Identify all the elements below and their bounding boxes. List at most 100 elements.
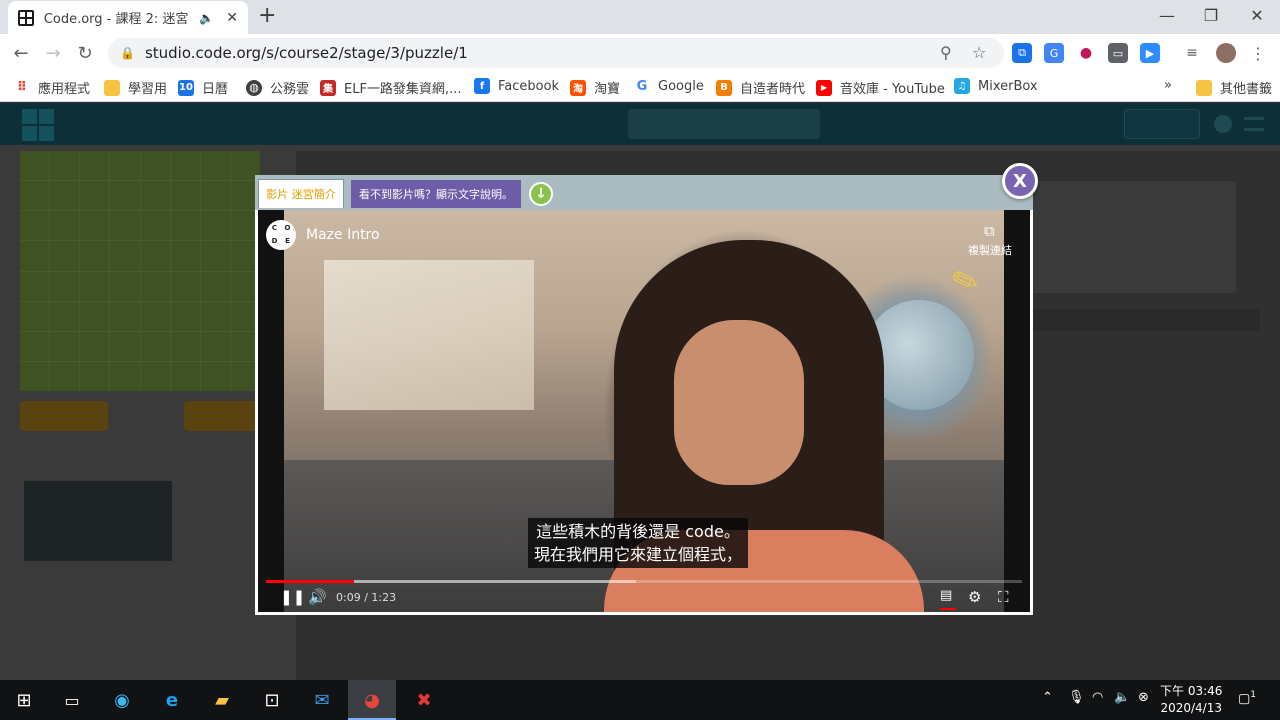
bookmark-elf[interactable]: 集 ELF一路發集資網,... xyxy=(320,78,461,97)
other-bookmarks[interactable]: 其他書籤 xyxy=(1196,78,1272,97)
download-icon[interactable]: ↓ xyxy=(529,182,553,206)
xmind-icon[interactable]: ✖ xyxy=(400,680,448,720)
tab-show-text[interactable]: 看不到影片嗎？顯示文字說明。 xyxy=(351,180,521,208)
bookmark-gov-cloud[interactable]: ◍ 公務雲 xyxy=(246,78,309,97)
maze-tile xyxy=(140,271,170,301)
zoom-icon[interactable]: ⚲ xyxy=(940,43,952,62)
bookmark-youtube[interactable]: ▶ 音效庫 - YouTube xyxy=(816,78,945,97)
maze-tile xyxy=(200,151,230,181)
system-clock[interactable]: 下午 03:46 2020/4/13 xyxy=(1160,683,1222,717)
bookmark-facebook[interactable]: f Facebook xyxy=(474,78,559,94)
volume-tray-icon[interactable]: 🔈 xyxy=(1114,690,1130,705)
maze-tile xyxy=(80,151,110,181)
media-control-icon[interactable]: ≡ xyxy=(1182,43,1202,63)
network-error-icon[interactable]: ⊗ xyxy=(1138,690,1149,705)
file-explorer-icon[interactable]: ▰ xyxy=(198,680,246,720)
help-icon[interactable] xyxy=(1214,115,1232,133)
codeorg-favicon-icon xyxy=(18,9,34,26)
restore-button[interactable]: ❐ xyxy=(1188,0,1234,30)
video-title[interactable]: Maze Intro xyxy=(306,227,380,243)
chrome-menu-icon[interactable]: ⋮ xyxy=(1248,43,1268,63)
windows-start-icon[interactable]: ⊞ xyxy=(0,680,48,720)
mixerbox-icon: ♫ xyxy=(954,78,970,94)
bookmark-folder-study[interactable]: 學習用 xyxy=(104,78,167,97)
bookmark-apps[interactable]: ⠿ 應用程式 xyxy=(14,78,90,97)
lock-icon[interactable]: 🔒 xyxy=(120,46,135,60)
maze-tile xyxy=(170,331,200,361)
mail-icon[interactable]: ✉ xyxy=(298,680,346,720)
tray-overflow-icon[interactable]: ⌃ xyxy=(1042,690,1053,705)
copy-link-icon[interactable]: ⧉ xyxy=(984,222,995,240)
forward-icon[interactable]: → xyxy=(40,40,66,66)
bookmarks-overflow-icon[interactable]: » xyxy=(1164,78,1172,93)
maze-tile xyxy=(50,301,80,331)
maze-board xyxy=(20,151,260,391)
elf-icon: 集 xyxy=(320,79,336,96)
bookmark-mixerbox[interactable]: ♫ MixerBox xyxy=(954,78,1038,94)
extension-screen-icon[interactable]: ⧉ xyxy=(1012,43,1032,63)
maze-tile xyxy=(80,241,110,271)
code-logo-icon[interactable]: C O D E xyxy=(266,220,296,250)
profile-avatar[interactable] xyxy=(1216,43,1236,63)
maze-tile xyxy=(200,331,230,361)
copy-link-label[interactable]: 複製連結 xyxy=(968,242,1012,258)
pause-icon[interactable]: ❚❚ xyxy=(280,588,305,606)
edge-icon[interactable]: ◉ xyxy=(98,680,146,720)
volume-icon[interactable]: 🔊 xyxy=(308,588,327,606)
zoom-meeting-icon[interactable]: ▶ xyxy=(1140,43,1160,63)
ie-icon[interactable]: e xyxy=(148,680,196,720)
maze-tile xyxy=(20,211,50,241)
google-translate-icon[interactable]: G xyxy=(1044,43,1064,63)
maze-tile xyxy=(170,301,200,331)
modal-close-button[interactable]: X xyxy=(1002,163,1038,199)
settings-gear-icon[interactable]: ⚙ xyxy=(968,588,981,606)
chrome-icon[interactable]: ◕ xyxy=(348,680,396,720)
reload-icon[interactable]: ↻ xyxy=(72,40,98,66)
minimize-button[interactable]: — xyxy=(1144,0,1190,30)
browser-tab[interactable]: Code.org - 課程 2: 迷宮 - 序 🔈 ✕ xyxy=(8,1,248,34)
store-icon[interactable]: ⊡ xyxy=(248,680,296,720)
wifi-icon[interactable]: ◠ xyxy=(1092,690,1103,705)
maze-tile xyxy=(140,331,170,361)
video-caption: 這些積木的背後還是 code。 現在我們用它來建立個程式， xyxy=(528,518,749,568)
step-button[interactable] xyxy=(184,401,260,431)
notification-icon[interactable]: ▢1 xyxy=(1238,690,1256,706)
extension-chat-icon[interactable]: ▭ xyxy=(1108,43,1128,63)
star-icon[interactable]: ☆ xyxy=(972,43,986,62)
new-tab-button[interactable]: + xyxy=(258,4,276,28)
maze-tile xyxy=(80,271,110,301)
video-player[interactable]: C O D E Maze Intro ⧉ 複製連結 ✎ 這些積木的背後還是 co… xyxy=(258,210,1030,612)
workspace-toolbar xyxy=(1030,309,1260,331)
window-close-button[interactable]: ✕ xyxy=(1234,0,1280,30)
extension-dot-icon[interactable]: ● xyxy=(1076,43,1096,63)
subtitles-icon[interactable]: ▤ xyxy=(940,588,952,603)
maze-tile xyxy=(80,181,110,211)
codeorg-logo-icon[interactable] xyxy=(22,109,54,141)
speaker-icon[interactable]: 🔈 xyxy=(199,11,214,25)
hamburger-menu-icon[interactable] xyxy=(1244,117,1264,131)
back-icon[interactable]: ← xyxy=(8,40,34,66)
address-bar[interactable]: 🔒 studio.code.org/s/course2/stage/3/puzz… xyxy=(108,38,1004,68)
maze-tile xyxy=(110,151,140,181)
maze-tile xyxy=(200,271,230,301)
maze-tile xyxy=(170,211,200,241)
language-select[interactable] xyxy=(1124,109,1200,139)
bookmark-taobao[interactable]: 淘 淘寶 xyxy=(570,78,620,97)
tab-video[interactable]: 影片 迷宮簡介 xyxy=(258,179,344,208)
close-icon[interactable]: ✕ xyxy=(226,10,238,26)
run-button[interactable] xyxy=(20,401,108,431)
microphone-icon[interactable]: 🎙 xyxy=(1068,690,1085,705)
bookmark-google[interactable]: G Google xyxy=(634,78,704,94)
fullscreen-icon[interactable]: ⛶ xyxy=(998,588,1009,606)
task-view-icon[interactable]: ▭ xyxy=(48,680,96,720)
bookmark-maker-era[interactable]: B 自造者時代 xyxy=(716,78,805,97)
maze-tile xyxy=(80,331,110,361)
browser-tab-strip: Code.org - 課程 2: 迷宮 - 序 🔈 ✕ + — ❐ ✕ xyxy=(0,0,1280,34)
maze-tile xyxy=(50,271,80,301)
maze-tile xyxy=(110,271,140,301)
maze-tile xyxy=(50,241,80,271)
video-progress-bar[interactable] xyxy=(266,580,1022,583)
folder-icon xyxy=(104,79,120,96)
bookmark-calendar[interactable]: 10 日曆 xyxy=(178,78,228,97)
video-thumbnail[interactable] xyxy=(24,481,172,561)
